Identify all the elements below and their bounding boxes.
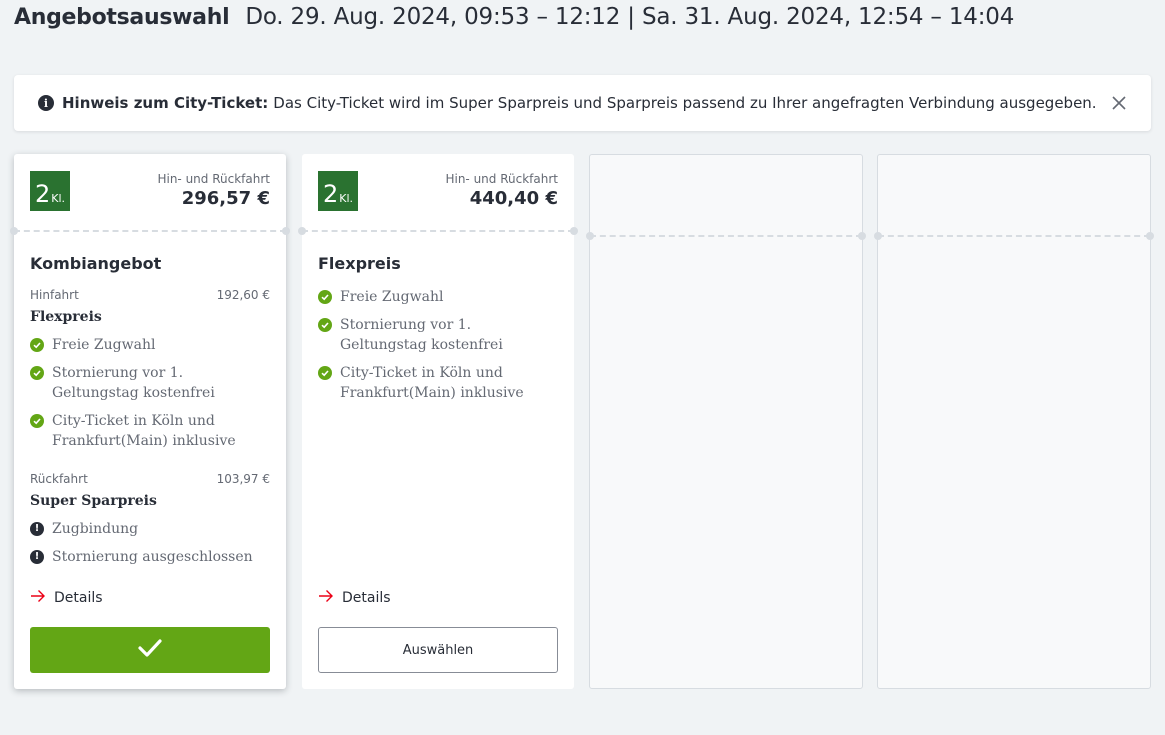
feature-text: Stornierung vor 1. Geltungstag kostenfre… [340, 317, 503, 353]
outbound-fare: Flexpreis [30, 309, 102, 325]
empty-offer-card [586, 154, 866, 689]
info-icon: i [38, 95, 54, 111]
check-icon [30, 366, 44, 380]
details-link[interactable]: Details [318, 589, 391, 607]
divider [874, 232, 1154, 240]
total-price: 296,57 € [181, 188, 270, 209]
card-header: 2 Kl. Hin- und Rückfahrt 440,40 € [302, 154, 574, 232]
class-number: 2 [322, 180, 339, 208]
return-fare: Super Sparpreis [30, 493, 157, 509]
arrow-right-icon [30, 589, 46, 607]
page-title: Angebotsauswahl [14, 5, 230, 30]
feature-text: City-Ticket in Köln und Frankfurt(Main) … [52, 413, 236, 449]
outbound-label: Hinfahrt [30, 288, 79, 302]
notice-title: Hinweis zum City-Ticket: [62, 94, 269, 112]
card-header: 2 Kl. Hin- und Rückfahrt 296,57 € [14, 154, 286, 232]
check-icon [30, 414, 44, 428]
feature-item: Stornierung vor 1. Geltungstag kostenfre… [318, 315, 558, 355]
feature-item: City-Ticket in Köln und Frankfurt(Main) … [318, 363, 558, 403]
feature-text: Stornierung ausgeschlossen [52, 549, 253, 565]
trip-type: Hin- und Rückfahrt [157, 172, 270, 186]
offer-name: Kombiangebot [30, 254, 162, 273]
check-icon [318, 366, 332, 380]
feature-item: ! Zugbindung [30, 519, 270, 539]
warning-icon: ! [30, 522, 44, 536]
offer-name: Flexpreis [318, 254, 401, 273]
total-price: 440,40 € [469, 188, 558, 209]
class-badge: 2 Kl. [318, 171, 358, 211]
feature-item: Freie Zugwahl [30, 335, 270, 355]
feature-text: Freie Zugwahl [52, 337, 156, 353]
select-button[interactable]: Auswählen [318, 627, 558, 673]
divider [298, 227, 578, 235]
details-label: Details [54, 590, 103, 606]
notice-text: Das City-Ticket wird im Super Sparpreis … [273, 94, 1097, 112]
city-ticket-notice: i Hinweis zum City-Ticket: Das City-Tick… [14, 75, 1151, 131]
warning-icon: ! [30, 550, 44, 564]
feature-text: Freie Zugwahl [340, 289, 444, 305]
feature-text: Zugbindung [52, 521, 139, 537]
feature-item: ! Stornierung ausgeschlossen [30, 547, 270, 567]
details-label: Details [342, 590, 391, 606]
check-icon [318, 318, 332, 332]
check-icon [318, 290, 332, 304]
return-label: Rückfahrt [30, 472, 88, 486]
page-header: Angebotsauswahl Do. 29. Aug. 2024, 09:53… [14, 4, 1014, 30]
divider [586, 232, 866, 240]
close-icon[interactable] [1109, 93, 1129, 113]
checkmark-icon [137, 637, 163, 663]
offer-card-kombiangebot[interactable]: 2 Kl. Hin- und Rückfahrt 296,57 € Kombia… [10, 154, 290, 689]
empty-offer-card [874, 154, 1154, 689]
details-link[interactable]: Details [30, 589, 103, 607]
divider [10, 227, 290, 235]
connection-dates: Do. 29. Aug. 2024, 09:53 – 12:12 | Sa. 3… [245, 4, 1015, 30]
feature-text: Stornierung vor 1. Geltungstag kostenfre… [52, 365, 215, 401]
class-number: 2 [34, 180, 51, 208]
feature-text: City-Ticket in Köln und Frankfurt(Main) … [340, 365, 524, 401]
class-unit: Kl. [339, 192, 354, 205]
feature-item: Freie Zugwahl [318, 287, 558, 307]
selected-button[interactable] [30, 627, 270, 673]
return-price: 103,97 € [216, 472, 270, 486]
class-unit: Kl. [51, 192, 66, 205]
check-icon [30, 338, 44, 352]
feature-item: Stornierung vor 1. Geltungstag kostenfre… [30, 363, 270, 403]
feature-item: City-Ticket in Köln und Frankfurt(Main) … [30, 411, 270, 451]
offer-card-flexpreis[interactable]: 2 Kl. Hin- und Rückfahrt 440,40 € Flexpr… [298, 154, 578, 689]
trip-type: Hin- und Rückfahrt [445, 172, 558, 186]
class-badge: 2 Kl. [30, 171, 70, 211]
outbound-price: 192,60 € [216, 288, 270, 302]
arrow-right-icon [318, 589, 334, 607]
